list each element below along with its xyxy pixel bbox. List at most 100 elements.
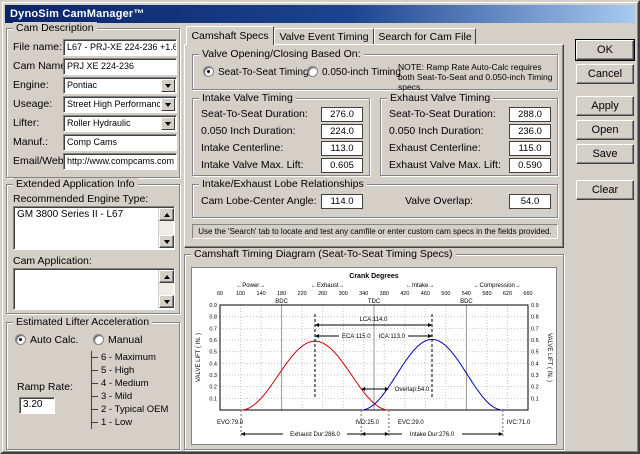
inch-timing-radio[interactable] bbox=[307, 66, 318, 77]
svg-text:0.2: 0.2 bbox=[531, 385, 539, 391]
tick-mark bbox=[92, 422, 98, 423]
clear-button[interactable]: Clear bbox=[576, 180, 634, 200]
engine-type-label: Recommended Engine Type: bbox=[13, 193, 148, 206]
inch-timing-label: 0.050-inch Timing bbox=[322, 66, 401, 79]
scale-item: 4 - Medium bbox=[92, 377, 168, 390]
useage-label: Useage: bbox=[13, 98, 52, 111]
manual-radio[interactable] bbox=[93, 334, 104, 345]
cam-name-input[interactable]: PRJ XE 224-236 bbox=[63, 58, 177, 75]
lobe-center-input[interactable]: 114.0 bbox=[321, 194, 363, 209]
engine-label: Engine: bbox=[13, 79, 49, 92]
useage-value: Street High Performance bbox=[67, 97, 160, 111]
exhaust-centerline-input[interactable]: 115.0 bbox=[509, 141, 551, 156]
auto-calc-radio[interactable] bbox=[15, 334, 26, 345]
svg-text:0.6: 0.6 bbox=[209, 338, 217, 344]
svg-text:180: 180 bbox=[277, 291, 286, 297]
ramp-rate-input[interactable]: 3.20 bbox=[19, 397, 55, 414]
cam-application-scrollbar[interactable] bbox=[158, 270, 173, 308]
exhaust-s2s-duration-input[interactable]: 288.0 bbox=[509, 107, 551, 122]
file-name-input[interactable]: L67 - PRJ-XE 224-236 +1.6:1... bbox=[63, 39, 177, 56]
engine-dropdown-button[interactable] bbox=[161, 79, 175, 92]
exhaust-max-lift-input[interactable]: 0.590 bbox=[509, 158, 551, 173]
svg-text:660: 660 bbox=[523, 291, 532, 297]
intake-centerline-input[interactable]: 113.0 bbox=[321, 141, 363, 156]
svg-text:Overlap:54.0: Overlap:54.0 bbox=[395, 387, 430, 393]
row-label: Intake Valve Max. Lift: bbox=[201, 159, 304, 172]
svg-text:0.3: 0.3 bbox=[209, 373, 217, 379]
svg-text:LCA:114.0: LCA:114.0 bbox=[360, 317, 389, 323]
row-label: Exhaust Valve Max. Lift: bbox=[389, 159, 501, 172]
svg-text:0.8: 0.8 bbox=[209, 315, 217, 321]
scale-item: 6 - Maximum bbox=[92, 351, 168, 364]
email-web-input[interactable]: http://www.compcams.com bbox=[63, 153, 177, 170]
scroll-down-button[interactable] bbox=[159, 295, 174, 308]
scale-label: 6 - Maximum bbox=[101, 352, 156, 363]
valve-overlap-input[interactable]: 54.0 bbox=[509, 194, 551, 209]
row-label: Seat-To-Seat Duration: bbox=[201, 108, 308, 121]
svg-text:VALVE LIFT ( IN. ): VALVE LIFT ( IN. ) bbox=[546, 333, 552, 382]
ramp-rate-note: NOTE: Ramp Rate Auto-Calc requires both … bbox=[398, 62, 554, 92]
open-button[interactable]: Open bbox=[576, 120, 634, 140]
svg-text:60: 60 bbox=[217, 291, 223, 297]
extended-info-group: Extended Application Info Recommended En… bbox=[6, 184, 180, 314]
tab-camshaft-specs[interactable]: Camshaft Specs bbox=[186, 26, 274, 45]
svg-text:VALVE LIFT ( IN. ): VALVE LIFT ( IN. ) bbox=[196, 333, 202, 382]
svg-text:0.4: 0.4 bbox=[531, 361, 539, 367]
row-label: Seat-To-Seat Duration: bbox=[389, 108, 496, 121]
cam-description-group: Cam Description File name: L67 - PRJ-XE … bbox=[6, 28, 180, 178]
scale-item: 1 - Low bbox=[92, 416, 168, 429]
svg-text:260: 260 bbox=[318, 291, 327, 297]
list-item[interactable]: GM 3800 Series II - L67 bbox=[14, 207, 159, 222]
scale-label: 5 - High bbox=[101, 365, 134, 376]
svg-text:420: 420 bbox=[400, 291, 409, 297]
exhaust-050-duration-input[interactable]: 236.0 bbox=[509, 124, 551, 139]
ok-button[interactable]: OK bbox=[576, 40, 634, 60]
scroll-down-button[interactable] bbox=[159, 235, 174, 248]
svg-text:0.5: 0.5 bbox=[531, 350, 539, 356]
scroll-up-button[interactable] bbox=[159, 208, 174, 221]
intake-s2s-duration-input[interactable]: 276.0 bbox=[321, 107, 363, 122]
scroll-up-button[interactable] bbox=[159, 270, 174, 283]
engine-type-listbox[interactable]: GM 3800 Series II - L67 bbox=[13, 206, 175, 250]
tab-valve-event-timing[interactable]: Valve Event Timing bbox=[274, 28, 374, 45]
lifter-label: Lifter: bbox=[13, 117, 39, 130]
tick-mark bbox=[92, 383, 98, 384]
svg-text:0.1: 0.1 bbox=[531, 396, 539, 402]
cancel-button[interactable]: Cancel bbox=[576, 64, 634, 84]
svg-text:460: 460 bbox=[421, 291, 430, 297]
engine-type-scrollbar[interactable] bbox=[158, 208, 173, 248]
intake-max-lift-input[interactable]: 0.605 bbox=[321, 158, 363, 173]
email-web-label: Email/Web: bbox=[13, 155, 67, 168]
status-bar: Use the 'Search' tab to locate and test … bbox=[192, 224, 558, 239]
tab-search-for-cam-file[interactable]: Search for Cam File bbox=[374, 28, 476, 45]
svg-text:300: 300 bbox=[339, 291, 348, 297]
cam-application-listbox[interactable] bbox=[13, 268, 175, 310]
intake-timing-group: Intake Valve Timing Seat-To-Seat Duratio… bbox=[192, 98, 370, 176]
arrow-down-icon bbox=[164, 240, 170, 244]
svg-text:0.6: 0.6 bbox=[531, 338, 539, 344]
svg-text:Intake Dur:276.0: Intake Dur:276.0 bbox=[410, 432, 455, 438]
useage-combobox[interactable]: Street High Performance bbox=[63, 96, 177, 113]
lifter-dropdown-button[interactable] bbox=[161, 117, 175, 130]
save-button[interactable]: Save bbox=[576, 144, 634, 164]
tick-mark bbox=[92, 357, 98, 358]
tick-mark bbox=[92, 370, 98, 371]
arrow-down-icon bbox=[164, 300, 170, 304]
row-label: 0.050 Inch Duration: bbox=[389, 125, 484, 138]
file-name-label: File name: bbox=[13, 41, 62, 54]
svg-text:0.7: 0.7 bbox=[531, 326, 539, 332]
svg-text:←Intake→: ←Intake→ bbox=[406, 283, 434, 289]
seat-to-seat-radio[interactable] bbox=[203, 66, 214, 77]
useage-dropdown-button[interactable] bbox=[161, 98, 175, 111]
lifter-combobox[interactable]: Roller Hydraulic bbox=[63, 115, 177, 132]
engine-combobox[interactable]: Pontiac bbox=[63, 77, 177, 94]
intake-050-duration-input[interactable]: 224.0 bbox=[321, 124, 363, 139]
row-label: Exhaust Centerline: bbox=[389, 142, 481, 155]
chevron-down-icon bbox=[165, 122, 171, 126]
tick-mark bbox=[92, 409, 98, 410]
row-label: 0.050 Inch Duration: bbox=[201, 125, 296, 138]
titlebar[interactable]: DynoSim CamManager™ bbox=[5, 5, 635, 23]
apply-button[interactable]: Apply bbox=[576, 96, 634, 116]
window-title: DynoSim CamManager™ bbox=[10, 8, 145, 20]
manuf-input[interactable]: Comp Cams bbox=[63, 134, 177, 151]
